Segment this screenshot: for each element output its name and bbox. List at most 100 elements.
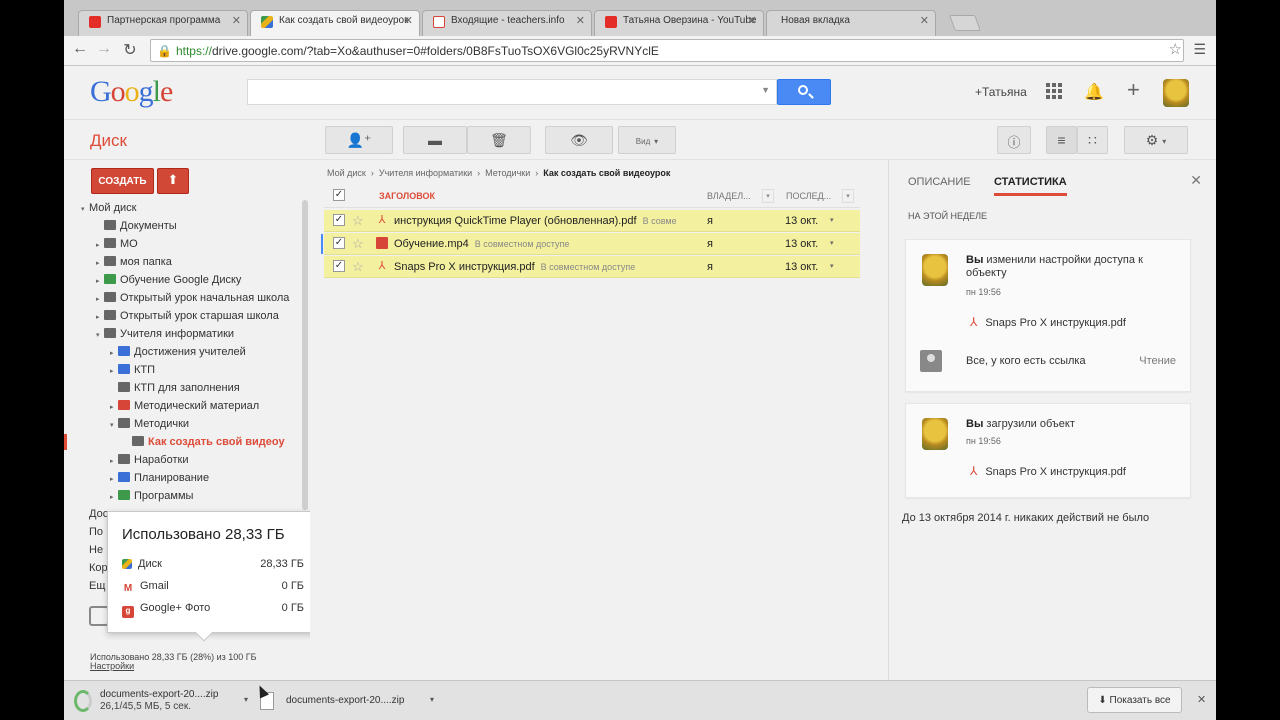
row-menu-caret-icon[interactable]: ▾ bbox=[830, 216, 834, 224]
sidebar-item[interactable]: ▸ Методический материал bbox=[110, 400, 259, 416]
breadcrumb-item[interactable]: Мой диск bbox=[327, 168, 366, 178]
bookmark-star-icon[interactable]: ☆ bbox=[1169, 40, 1182, 58]
new-tab-button[interactable] bbox=[949, 15, 981, 31]
browser-tab[interactable]: Татьяна Оверзина - YouTube ✕ bbox=[594, 10, 764, 36]
modified-sort-dropdown[interactable]: ▾ bbox=[842, 189, 854, 203]
chevron-down-icon[interactable]: ▾ bbox=[244, 695, 248, 704]
expand-arrow-icon[interactable]: ▸ bbox=[110, 475, 118, 483]
expand-arrow-icon[interactable]: ▾ bbox=[110, 421, 118, 429]
grid-view-button[interactable]: ∷ bbox=[1077, 126, 1108, 154]
sidebar-item[interactable]: ▸ Программы bbox=[110, 490, 193, 506]
select-all-checkbox[interactable]: ✓ bbox=[333, 189, 345, 201]
drive-title[interactable]: Диск bbox=[90, 131, 127, 151]
expand-arrow-icon[interactable]: ▸ bbox=[110, 403, 118, 411]
sidebar-item[interactable]: ▸ Наработки bbox=[110, 454, 188, 470]
sidebar-item[interactable]: Дос bbox=[89, 508, 108, 520]
browser-tab-active[interactable]: Как создать свой видеоурок ✕ bbox=[250, 10, 420, 36]
sidebar-item[interactable]: ▾ Мой диск bbox=[81, 202, 136, 218]
close-icon[interactable]: ✕ bbox=[1197, 693, 1206, 706]
download-item[interactable]: documents-export-20....zip 26,1/45,5 МБ,… bbox=[70, 686, 252, 716]
star-icon[interactable]: ☆ bbox=[352, 236, 364, 252]
column-owner-header[interactable]: ВЛАДЕЛ... bbox=[707, 191, 751, 201]
file-name[interactable]: Обучение.mp4 В совместном доступе bbox=[394, 238, 569, 250]
sidebar-item[interactable]: ▸ МО bbox=[96, 238, 138, 254]
address-bar[interactable]: 🔒 https://drive.google.com/?tab=Xo&authus… bbox=[150, 39, 1184, 62]
star-icon[interactable]: ☆ bbox=[352, 259, 364, 275]
chevron-down-icon[interactable]: ▾ bbox=[430, 695, 434, 704]
close-icon[interactable]: ✕ bbox=[1190, 172, 1202, 189]
settings-link[interactable]: Настройки bbox=[90, 661, 134, 671]
column-modified-header[interactable]: ПОСЛЕД... bbox=[786, 191, 831, 201]
browser-tab[interactable]: Новая вкладка ✕ bbox=[766, 10, 936, 36]
forward-arrow-icon[interactable]: → bbox=[94, 40, 114, 58]
activity-file-link[interactable]: ⅄ Snaps Pro X инструкция.pdf bbox=[970, 464, 1126, 478]
close-tab-icon[interactable]: ✕ bbox=[748, 14, 757, 27]
sidebar-item[interactable]: Кор bbox=[89, 562, 108, 574]
delete-button[interactable]: 🗑 bbox=[467, 126, 531, 154]
sidebar-scrollbar[interactable] bbox=[302, 200, 308, 510]
tab-statistics[interactable]: СТАТИСТИКА bbox=[994, 176, 1067, 188]
file-name[interactable]: инструкция QuickTime Player (обновленная… bbox=[394, 215, 677, 227]
sidebar-item[interactable]: ▸ Обучение Google Диску bbox=[96, 274, 241, 290]
close-tab-icon[interactable]: ✕ bbox=[232, 14, 241, 27]
sidebar-item[interactable]: Ещ bbox=[89, 580, 105, 592]
tab-description[interactable]: ОПИСАНИЕ bbox=[908, 176, 971, 188]
create-button[interactable]: СОЗДАТЬ bbox=[91, 168, 154, 194]
avatar[interactable] bbox=[1163, 79, 1189, 107]
row-checkbox[interactable]: ✓ bbox=[333, 260, 345, 272]
close-tab-icon[interactable]: ✕ bbox=[576, 14, 585, 27]
row-checkbox[interactable]: ✓ bbox=[333, 237, 345, 249]
sidebar-item-selected[interactable]: Как создать свой видеоу bbox=[124, 436, 285, 452]
browser-tab[interactable]: Входящие - teachers.info ✕ bbox=[422, 10, 592, 36]
share-button[interactable]: 👤⁺ bbox=[325, 126, 393, 154]
row-menu-caret-icon[interactable]: ▾ bbox=[830, 239, 834, 247]
expand-arrow-icon[interactable]: ▾ bbox=[96, 331, 104, 339]
search-input[interactable]: ▼ bbox=[247, 79, 777, 105]
user-name-link[interactable]: +Татьяна bbox=[975, 85, 1027, 99]
sidebar-item[interactable]: ▸ Планирование bbox=[110, 472, 209, 488]
sidebar-item[interactable]: ▸ Достижения учителей bbox=[110, 346, 246, 362]
owner-sort-dropdown[interactable]: ▾ bbox=[762, 189, 774, 203]
row-menu-caret-icon[interactable]: ▾ bbox=[830, 262, 834, 270]
get-drive-icon[interactable] bbox=[89, 606, 109, 626]
activity-file-link[interactable]: ⅄ Snaps Pro X инструкция.pdf bbox=[970, 315, 1126, 329]
show-all-downloads-button[interactable]: ⬇ Показать все bbox=[1087, 687, 1182, 713]
table-row[interactable]: ✓ ☆ ⅄ инструкция QuickTime Player (обновлен… bbox=[324, 210, 860, 232]
download-item[interactable]: documents-export-20....zip ▾ bbox=[256, 686, 438, 716]
expand-arrow-icon[interactable]: ▾ bbox=[81, 205, 89, 213]
upload-button[interactable]: ⬆ bbox=[157, 168, 189, 194]
sidebar-item[interactable]: ▸ Открытый урок старшая школа bbox=[96, 310, 279, 326]
apps-grid-icon[interactable] bbox=[1046, 83, 1062, 99]
table-row[interactable]: ✓ ☆ Обучение.mp4 В совместном доступе я 13 ок… bbox=[324, 233, 860, 255]
more-actions-dropdown[interactable]: Вид ▾ bbox=[618, 126, 676, 154]
settings-button[interactable]: ⚙ ▾ bbox=[1124, 126, 1188, 154]
expand-arrow-icon[interactable]: ▸ bbox=[110, 493, 118, 501]
back-arrow-icon[interactable]: ← bbox=[70, 40, 90, 58]
notifications-bell-icon[interactable]: 🔔 bbox=[1084, 82, 1104, 102]
preview-button[interactable]: 👁 bbox=[545, 126, 613, 154]
sidebar-item[interactable]: По bbox=[89, 526, 103, 538]
sidebar-item[interactable]: ▸ Открытый урок начальная школа bbox=[96, 292, 289, 308]
expand-arrow-icon[interactable]: ▸ bbox=[110, 457, 118, 465]
expand-arrow-icon[interactable]: ▸ bbox=[96, 313, 104, 321]
close-tab-icon[interactable]: ✕ bbox=[404, 14, 413, 27]
column-title-header[interactable]: ЗАГОЛОВОК bbox=[379, 191, 435, 201]
move-to-folder-button[interactable]: ▬ bbox=[403, 126, 467, 154]
sidebar-item[interactable]: Документы bbox=[96, 220, 177, 236]
row-checkbox[interactable]: ✓ bbox=[333, 214, 345, 226]
star-icon[interactable]: ☆ bbox=[352, 213, 364, 229]
sidebar-item[interactable]: ▾ Методички bbox=[110, 418, 189, 434]
menu-icon[interactable]: ☰ bbox=[1193, 41, 1206, 58]
breadcrumb-item[interactable]: Учителя информатики bbox=[379, 168, 472, 178]
sidebar-item[interactable]: КТП для заполнения bbox=[110, 382, 240, 398]
details-button[interactable]: ⓘ bbox=[997, 126, 1031, 154]
expand-arrow-icon[interactable]: ▸ bbox=[96, 277, 104, 285]
expand-arrow-icon[interactable]: ▸ bbox=[96, 259, 104, 267]
browser-tab[interactable]: Партнерская программа ✕ bbox=[78, 10, 248, 36]
expand-arrow-icon[interactable]: ▸ bbox=[96, 295, 104, 303]
sidebar-item[interactable]: ▸ моя папка bbox=[96, 256, 172, 272]
expand-arrow-icon[interactable]: ▸ bbox=[110, 349, 118, 357]
google-logo[interactable]: Google bbox=[90, 75, 173, 109]
breadcrumb-item[interactable]: Методички bbox=[485, 168, 530, 178]
close-tab-icon[interactable]: ✕ bbox=[920, 14, 929, 27]
